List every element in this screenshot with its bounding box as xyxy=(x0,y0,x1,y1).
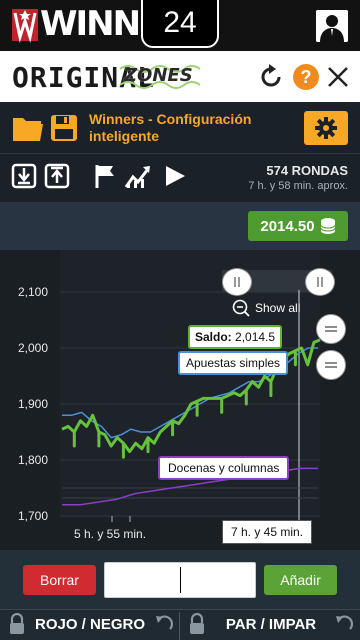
grip-icon xyxy=(234,277,240,287)
apuestas-tooltip: Apuestas simples xyxy=(178,351,289,375)
chart-icon[interactable] xyxy=(124,163,152,189)
grip-icon xyxy=(317,277,323,287)
saldo-value: 2,014.5 xyxy=(235,330,276,344)
show-all-button[interactable]: Show all xyxy=(232,299,300,317)
settings-button[interactable] xyxy=(304,111,348,145)
add-button[interactable]: Añadir xyxy=(264,565,337,595)
range-handle-right[interactable] xyxy=(305,268,335,296)
undo-icon[interactable] xyxy=(154,614,174,634)
round-timer: 24 xyxy=(141,0,219,48)
help-icon: ? xyxy=(293,64,319,90)
y-tick-label: 1,900 xyxy=(18,397,48,411)
save-button[interactable] xyxy=(50,114,78,147)
play-icon[interactable] xyxy=(162,163,188,189)
y-tick-label: 2,000 xyxy=(18,341,48,355)
y-tick-label: 1,800 xyxy=(18,453,48,467)
svg-text:?: ? xyxy=(301,67,312,87)
docenas-tooltip: Docenas y columnas xyxy=(158,456,290,480)
zoom-out-icon xyxy=(232,299,250,317)
open-folder-button[interactable] xyxy=(12,114,44,147)
winners-logo: WINNERS xyxy=(12,4,209,44)
rounds-info: 574 RONDAS 7 h. y 58 min. aprox. xyxy=(248,163,348,192)
rounds-count: 574 RONDAS xyxy=(266,163,348,178)
lock-icon[interactable] xyxy=(8,613,26,635)
equals-icon xyxy=(325,362,337,368)
user-silhouette-icon xyxy=(316,10,348,42)
help-button[interactable]: ? xyxy=(292,63,320,91)
series-toggle-1[interactable] xyxy=(316,314,346,344)
equals-icon xyxy=(325,326,337,332)
undo-icon[interactable] xyxy=(334,614,354,634)
balance-chart[interactable]: 2,100 2,000 1,900 1,800 1,700 xyxy=(0,250,360,550)
saldo-tooltip: Saldo: 2,014.5 xyxy=(188,325,283,349)
tab-par-impar[interactable]: PAR / IMPAR xyxy=(216,609,326,640)
balance-value: 2014.50 xyxy=(260,217,315,235)
flag-icon[interactable] xyxy=(93,163,119,189)
gear-icon xyxy=(315,117,337,139)
user-avatar[interactable] xyxy=(316,10,348,42)
close-icon xyxy=(328,67,348,87)
clear-button[interactable]: Borrar xyxy=(23,565,96,595)
tab-rojo-negro[interactable]: ROJO / NEGRO xyxy=(30,609,150,640)
top-bar: WINNERS 24 xyxy=(0,0,360,51)
config-title: Winners - Configuración inteligente xyxy=(89,111,252,144)
refresh-icon xyxy=(261,64,281,87)
range-handle-left[interactable] xyxy=(222,268,252,296)
export-icon[interactable] xyxy=(44,163,70,189)
series-toggle-2[interactable] xyxy=(316,350,346,380)
time-estimate: 7 h. y 58 min. aprox. xyxy=(248,180,348,192)
y-tick-label: 2,100 xyxy=(18,285,48,299)
save-icon xyxy=(51,115,77,141)
y-tick-label: 1,700 xyxy=(18,509,48,523)
lock-icon[interactable] xyxy=(188,613,206,635)
brand-word2: ZONES xyxy=(124,65,193,86)
saldo-label: Saldo: xyxy=(195,330,232,344)
folder-icon xyxy=(13,118,43,141)
show-all-label: Show all xyxy=(255,301,301,315)
x-axis-label-left: 5 h. y 55 min. xyxy=(74,527,147,541)
footer-divider xyxy=(179,612,180,640)
coins-icon xyxy=(320,218,336,234)
import-icon[interactable] xyxy=(11,163,37,189)
refresh-button[interactable] xyxy=(257,63,285,91)
close-button[interactable] xyxy=(324,63,352,91)
x-cursor-label: 7 h. y 45 min. xyxy=(222,520,313,544)
balance-button[interactable]: 2014.50 xyxy=(248,211,348,241)
text-caret xyxy=(180,567,181,593)
